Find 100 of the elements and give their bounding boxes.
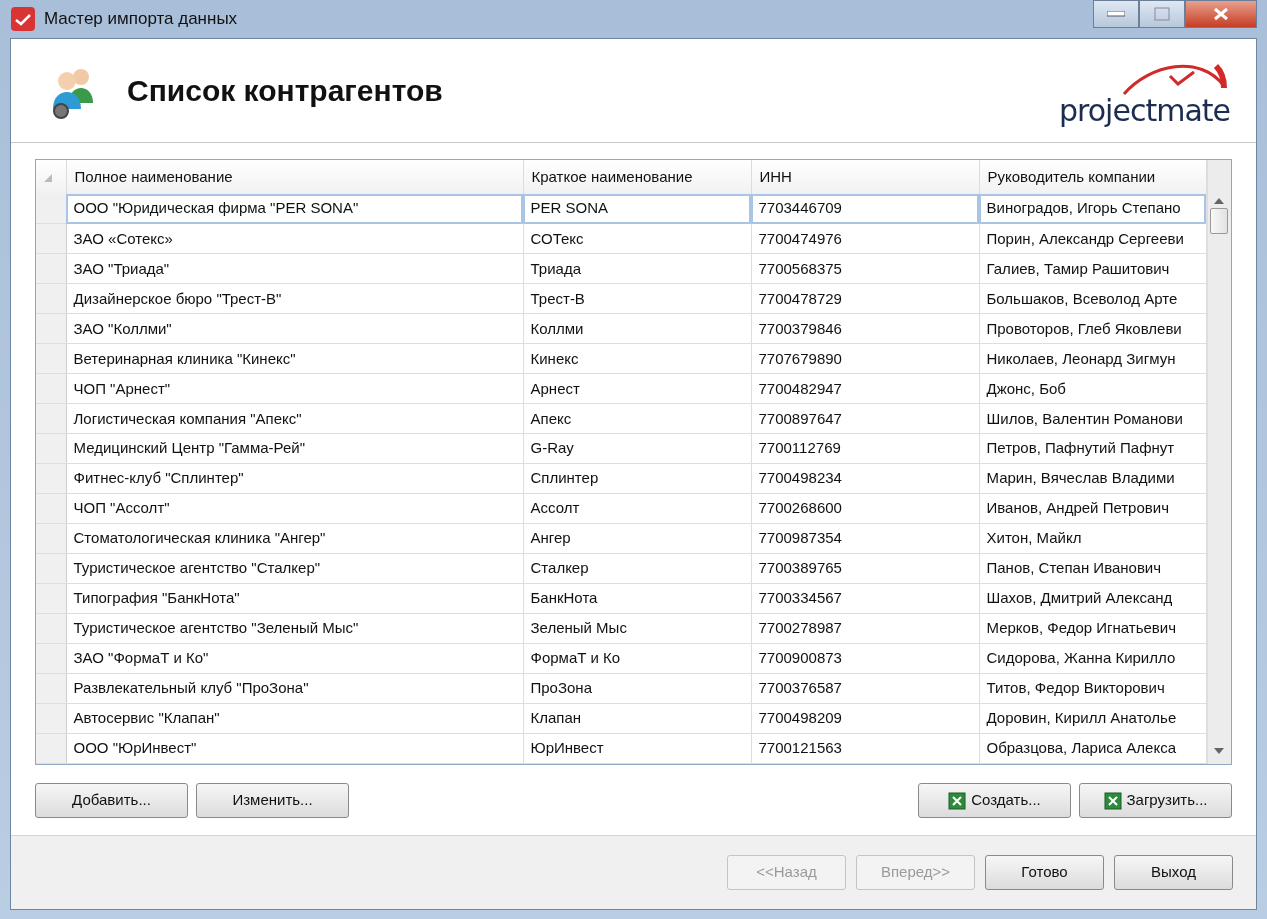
- row-header[interactable]: [36, 523, 66, 554]
- table-cell: Медицинский Центр "Гамма-Рей": [66, 433, 523, 464]
- action-button[interactable]: Изменить...: [196, 783, 349, 818]
- row-header[interactable]: [36, 283, 66, 314]
- table-cell: Провоторов, Глеб Яковлеви: [979, 313, 1206, 344]
- table-cell: 7700498234: [751, 463, 979, 494]
- table-cell: Николаев, Леонард Зигмун: [979, 343, 1206, 374]
- table-cell: 7700278987: [751, 613, 979, 644]
- scrollbar[interactable]: [1206, 160, 1231, 764]
- logo-text: projectmate: [1059, 95, 1230, 126]
- minimize-icon: [1107, 11, 1125, 17]
- table-cell: Типография "БанкНота": [66, 583, 523, 614]
- scroll-thumb[interactable]: [1210, 208, 1229, 234]
- table-cell: Логистическая компания "Апекс": [66, 403, 523, 434]
- close-button[interactable]: [1185, 0, 1257, 28]
- table-cell: ФормаТ и Ко: [523, 643, 751, 674]
- maximize-button[interactable]: [1139, 0, 1185, 28]
- scroll-up-icon[interactable]: [1214, 198, 1225, 204]
- nav-button[interactable]: Выход: [1114, 855, 1233, 890]
- table-cell: ООО "ЮрИнвест": [66, 733, 523, 764]
- table-cell: Хитон, Майкл: [979, 523, 1206, 554]
- table-cell: Доровин, Кирилл Анатолье: [979, 703, 1206, 734]
- action-button[interactable]: Добавить...: [35, 783, 188, 818]
- close-icon: [1213, 7, 1229, 21]
- column-header[interactable]: Краткое наименование: [523, 160, 751, 194]
- row-header[interactable]: [36, 463, 66, 494]
- row-header[interactable]: [36, 493, 66, 524]
- table-cell: Иванов, Андрей Петрович: [979, 493, 1206, 524]
- scroll-down-icon[interactable]: [1214, 748, 1225, 754]
- table-cell: Апекс: [523, 403, 751, 434]
- table-cell: Мерков, Федор Игнатьевич: [979, 613, 1206, 644]
- table-cell: 7700376587: [751, 673, 979, 704]
- table-cell: 7700568375: [751, 253, 979, 284]
- table-cell: Фитнес-клуб "Сплинтер": [66, 463, 523, 494]
- table-cell: 7700900873: [751, 643, 979, 674]
- row-header[interactable]: [36, 373, 66, 404]
- row-header[interactable]: [36, 553, 66, 584]
- spreadsheet-icon: [1103, 791, 1122, 810]
- table-cell: Клапан: [523, 703, 751, 734]
- table-cell: Кинекс: [523, 343, 751, 374]
- table-cell: Сидорова, Жанна Кирилло: [979, 643, 1206, 674]
- table-cell: 7700474976: [751, 223, 979, 254]
- table-cell: Коллми: [523, 313, 751, 344]
- table-cell: Марин, Вячеслав Владими: [979, 463, 1206, 494]
- window-title: Мастер импорта данных: [44, 8, 238, 31]
- table-cell: Порин, Александр Сергееви: [979, 223, 1206, 254]
- table-cell: Автосервис "Клапан": [66, 703, 523, 734]
- table-cell: ЗАО «Сотекс»: [66, 223, 523, 254]
- nav-button[interactable]: Готово: [985, 855, 1104, 890]
- row-header[interactable]: [36, 253, 66, 284]
- table-cell: Сталкер: [523, 553, 751, 584]
- row-header[interactable]: [36, 733, 66, 764]
- table-cell: Виноградов, Игорь Степано: [979, 194, 1206, 224]
- table-cell: Туристическое агентство "Сталкер": [66, 553, 523, 584]
- row-header[interactable]: [36, 343, 66, 374]
- table-cell: ЮрИнвест: [523, 733, 751, 764]
- row-header[interactable]: [36, 313, 66, 344]
- row-header[interactable]: [36, 223, 66, 254]
- table-cell: Большаков, Всеволод Арте: [979, 283, 1206, 314]
- table-cell: 7700498209: [751, 703, 979, 734]
- table-cell: Джонс, Боб: [979, 373, 1206, 404]
- row-header[interactable]: [36, 433, 66, 464]
- table-cell: ПроЗона: [523, 673, 751, 704]
- table-cell: G-Ray: [523, 433, 751, 464]
- table-cell: 7700482947: [751, 373, 979, 404]
- table-cell: Образцова, Лариса Алекса: [979, 733, 1206, 764]
- row-header[interactable]: [36, 703, 66, 734]
- table-cell: Зеленый Мыс: [523, 613, 751, 644]
- table-cell: Панов, Степан Иванович: [979, 553, 1206, 584]
- table-cell: 7700268600: [751, 493, 979, 524]
- minimize-button[interactable]: [1093, 0, 1139, 28]
- row-header[interactable]: [36, 583, 66, 614]
- spreadsheet-icon: [948, 791, 967, 810]
- table-cell: ООО "Юридическая фирма "PER SONA": [66, 194, 523, 224]
- table-cell: Петров, Пафнутий Пафнут: [979, 433, 1206, 464]
- table-cell: 7700389765: [751, 553, 979, 584]
- row-header[interactable]: [36, 194, 66, 224]
- table-cell: 7700478729: [751, 283, 979, 314]
- row-header[interactable]: [36, 613, 66, 644]
- table-cell: СОТекс: [523, 223, 751, 254]
- column-header[interactable]: Полное наименование: [66, 160, 523, 194]
- table-cell: 7700897647: [751, 403, 979, 434]
- table-cell: Галиев, Тамир Рашитович: [979, 253, 1206, 284]
- table-cell: Шилов, Валентин Романови: [979, 403, 1206, 434]
- app-icon: [10, 6, 36, 32]
- row-header[interactable]: [36, 673, 66, 704]
- action-button[interactable]: Создать...: [918, 783, 1071, 818]
- table-cell: Ангер: [523, 523, 751, 554]
- table-cell: Туристическое агентство "Зеленый Мыс": [66, 613, 523, 644]
- table-cell: 7707679890: [751, 343, 979, 374]
- table-cell: ЧОП "Арнест": [66, 373, 523, 404]
- action-button[interactable]: Загрузить...: [1079, 783, 1232, 818]
- table-cell: Ассолт: [523, 493, 751, 524]
- column-header[interactable]: ИНН: [751, 160, 979, 194]
- table-cell: Трест-В: [523, 283, 751, 314]
- page-title: Список контрагентов: [127, 73, 443, 109]
- column-header[interactable]: Руководитель компании: [979, 160, 1206, 194]
- table-cell: Развлекательный клуб "ПроЗона": [66, 673, 523, 704]
- row-header[interactable]: [36, 643, 66, 674]
- row-header[interactable]: [36, 403, 66, 434]
